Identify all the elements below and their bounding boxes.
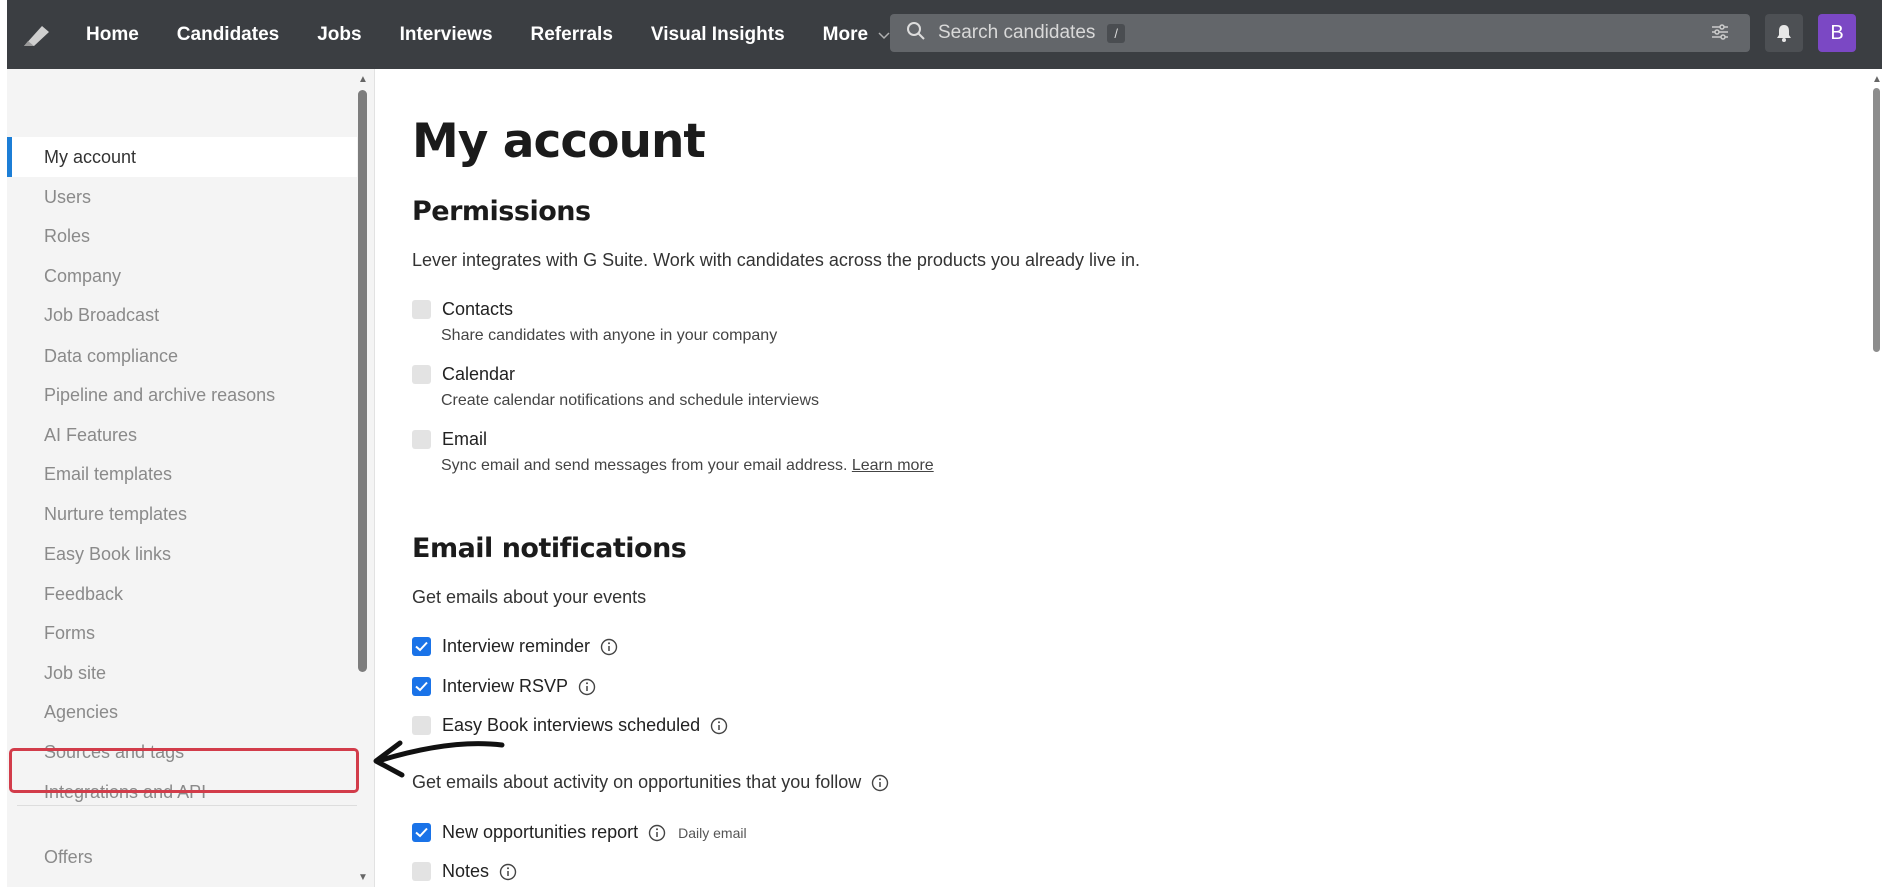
annotation-arrow-icon <box>373 740 505 778</box>
sidebar-item-job-broadcast[interactable]: Job Broadcast <box>7 295 357 335</box>
sidebar-item-job-site[interactable]: Job site <box>7 653 357 693</box>
email-option[interactable]: Email <box>412 429 487 450</box>
notes-label: Notes <box>442 861 490 881</box>
sidebar-item-offers[interactable]: Offers <box>7 837 357 877</box>
main-scrollbar[interactable] <box>1873 88 1880 352</box>
daily-email-note: Daily email <box>678 824 747 841</box>
nav-home[interactable]: Home <box>67 0 158 69</box>
contacts-desc: Share candidates with anyone in your com… <box>441 327 778 344</box>
email-desc-text: Sync email and send messages from your e… <box>441 457 848 474</box>
sidebar-item-nurture-templates[interactable]: Nurture templates <box>7 494 357 534</box>
email-label: Email <box>442 429 488 449</box>
nav-visual-insights[interactable]: Visual Insights <box>632 0 804 69</box>
info-icon[interactable] <box>871 774 889 792</box>
sidebar-divider <box>17 805 357 806</box>
interview-reminder-label: Interview reminder <box>442 636 591 656</box>
easy-book-option[interactable]: Easy Book interviews scheduled <box>412 715 728 736</box>
scroll-down-arrow-icon[interactable]: ▼ <box>358 872 368 883</box>
lever-logo-icon[interactable] <box>7 0 67 69</box>
main-content <box>376 69 1866 887</box>
avatar[interactable]: B <box>1818 14 1856 52</box>
calendar-option[interactable]: Calendar <box>412 364 515 385</box>
permissions-heading: Permissions <box>412 196 591 227</box>
contacts-checkbox[interactable] <box>412 300 431 319</box>
easy-book-label: Easy Book interviews scheduled <box>442 715 701 735</box>
info-icon[interactable] <box>710 717 728 735</box>
nav-interviews[interactable]: Interviews <box>381 0 512 69</box>
search-placeholder: Search candidates <box>938 22 1096 43</box>
chevron-down-icon <box>878 27 890 43</box>
sidebar-item-data-compliance[interactable]: Data compliance <box>7 336 357 376</box>
calendar-desc: Create calendar notifications and schedu… <box>441 392 819 409</box>
learn-more-link[interactable]: Learn more <box>852 457 934 474</box>
sidebar-scrollbar[interactable] <box>358 90 367 672</box>
calendar-label: Calendar <box>442 364 516 384</box>
sidebar-item-company[interactable]: Company <box>7 256 357 296</box>
sidebar-item-forms[interactable]: Forms <box>7 613 357 653</box>
sidebar-item-agencies[interactable]: Agencies <box>7 692 357 732</box>
nav-jobs[interactable]: Jobs <box>298 0 380 69</box>
new-opportunities-report-checkbox[interactable] <box>412 823 431 842</box>
filter-icon[interactable] <box>1710 22 1730 47</box>
interview-reminder-checkbox[interactable] <box>412 637 431 656</box>
easy-book-checkbox[interactable] <box>412 716 431 735</box>
sidebar-item-pipeline-archive-reasons[interactable]: Pipeline and archive reasons <box>7 375 357 415</box>
search-icon <box>906 21 926 46</box>
interview-rsvp-option[interactable]: Interview RSVP <box>412 676 596 697</box>
interview-rsvp-label: Interview RSVP <box>442 676 569 696</box>
nav-more-label: More <box>822 23 869 45</box>
new-opportunities-report-label: New opportunities report <box>442 822 639 842</box>
info-icon[interactable] <box>578 678 596 696</box>
nav-candidates[interactable]: Candidates <box>158 0 298 69</box>
page-title: My account <box>412 114 706 169</box>
main-scroll-up-arrow-icon[interactable]: ▲ <box>1872 74 1882 85</box>
sidebar-item-roles[interactable]: Roles <box>7 216 357 256</box>
sidebar-item-ai-features[interactable]: AI Features <box>7 415 357 455</box>
new-opportunities-report-option[interactable]: New opportunities report Daily email <box>412 822 747 843</box>
events-intro: Get emails about your events <box>412 587 647 607</box>
info-icon[interactable] <box>499 863 517 881</box>
email-desc: Sync email and send messages from your e… <box>441 457 934 475</box>
notes-option[interactable]: Notes <box>412 861 517 882</box>
info-icon[interactable] <box>648 824 666 842</box>
interview-reminder-option[interactable]: Interview reminder <box>412 636 618 657</box>
app-window: Home Candidates Jobs Interviews Referral… <box>0 0 1882 887</box>
sidebar-item-feedback[interactable]: Feedback <box>7 574 357 614</box>
highlight-box <box>9 748 359 793</box>
email-checkbox[interactable] <box>412 430 431 449</box>
interview-rsvp-checkbox[interactable] <box>412 677 431 696</box>
search-shortcut: / <box>1107 23 1126 43</box>
contacts-label: Contacts <box>442 299 514 319</box>
notes-checkbox[interactable] <box>412 862 431 881</box>
permissions-intro: Lever integrates with G Suite. Work with… <box>412 250 1141 270</box>
search-input[interactable]: Search candidates / <box>890 14 1750 52</box>
contacts-option[interactable]: Contacts <box>412 299 513 320</box>
sidebar-item-easy-book-links[interactable]: Easy Book links <box>7 534 357 574</box>
info-icon[interactable] <box>600 638 618 656</box>
scroll-up-arrow-icon[interactable]: ▲ <box>358 74 368 85</box>
email-notifications-heading: Email notifications <box>412 533 687 564</box>
bell-icon[interactable] <box>1765 14 1803 52</box>
sidebar-item-requisitions[interactable]: Requisitions <box>7 877 357 887</box>
nav-referrals[interactable]: Referrals <box>512 0 632 69</box>
sidebar-item-email-templates[interactable]: Email templates <box>7 454 357 494</box>
calendar-checkbox[interactable] <box>412 365 431 384</box>
sidebar-item-my-account[interactable]: My account <box>7 137 357 177</box>
sidebar-item-users[interactable]: Users <box>7 177 357 217</box>
